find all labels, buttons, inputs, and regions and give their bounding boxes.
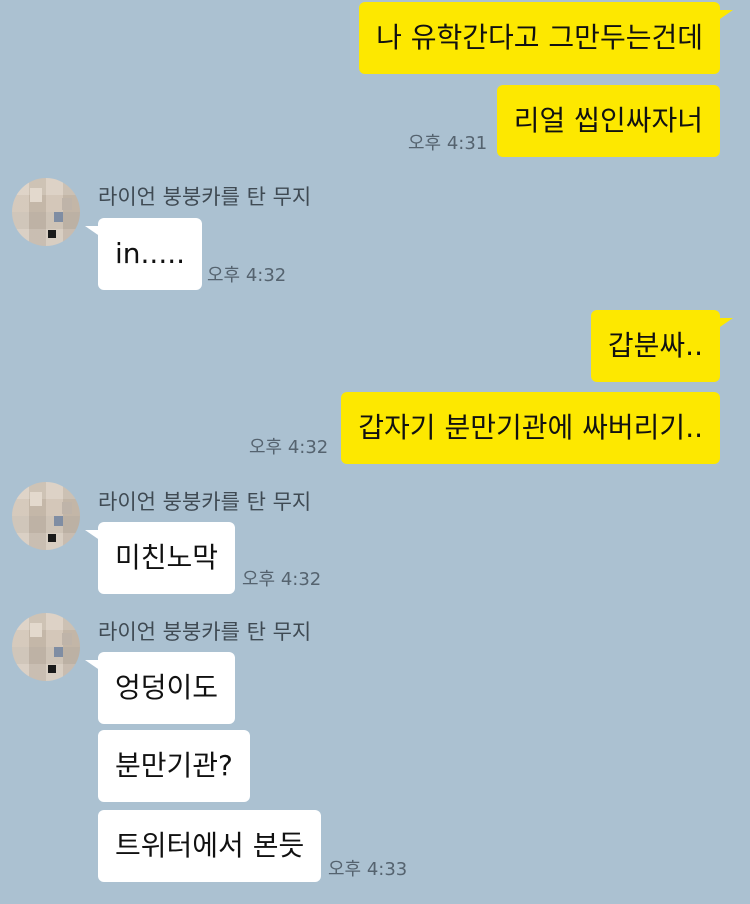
sender-name: 라이언 붕붕카를 탄 무지	[98, 490, 312, 514]
my-message-bubble[interactable]: 리얼 씹인싸자너	[496, 85, 720, 157]
message-text: 갑자기 분만기관에 싸버리기..	[358, 411, 703, 444]
their-message-bubble[interactable]: 미친노막	[85, 522, 236, 594]
message-text: 나 유학간다고 그만두는건데	[376, 21, 703, 54]
avatar-icon[interactable]	[12, 613, 80, 681]
message-text: 분만기관?	[115, 749, 233, 782]
their-message-bubble[interactable]: 분만기관?	[98, 730, 250, 802]
their-message-bubble[interactable]: 엉덩이도	[85, 652, 236, 724]
their-message-bubble[interactable]: in.....	[85, 218, 203, 290]
bubble-tail	[717, 10, 733, 21]
avatar-icon[interactable]	[12, 178, 80, 246]
message-text: 엉덩이도	[115, 671, 219, 704]
message-time: 오후 4:33	[328, 859, 408, 880]
message-text: 리얼 씹인싸자너	[513, 104, 703, 137]
message-time: 오후 4:32	[249, 437, 329, 458]
message-time: 오후 4:32	[242, 569, 322, 590]
sender-name: 라이언 붕붕카를 탄 무지	[98, 185, 312, 209]
bubble-tail	[85, 530, 101, 541]
message-time: 오후 4:32	[207, 265, 287, 286]
message-time: 오후 4:31	[408, 133, 488, 154]
message-text: 트위터에서 본듯	[115, 829, 305, 862]
avatar-icon[interactable]	[12, 482, 80, 550]
message-text: in.....	[115, 237, 186, 270]
my-message-bubble[interactable]: 갑분싸..	[590, 310, 733, 382]
message-text: 갑분싸..	[607, 329, 703, 362]
my-message-bubble[interactable]: 나 유학간다고 그만두는건데	[359, 2, 733, 74]
message-text: 미친노막	[115, 541, 219, 574]
bubble-tail	[717, 318, 733, 329]
my-message-bubble[interactable]: 갑자기 분만기관에 싸버리기..	[341, 392, 720, 464]
sender-name: 라이언 붕붕카를 탄 무지	[98, 620, 312, 644]
bubble-tail	[85, 660, 101, 671]
their-message-bubble[interactable]: 트위터에서 본듯	[98, 810, 322, 882]
bubble-tail	[85, 226, 101, 237]
